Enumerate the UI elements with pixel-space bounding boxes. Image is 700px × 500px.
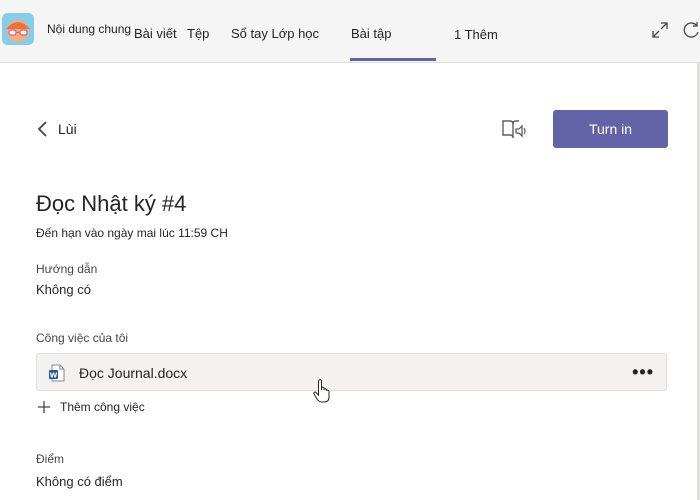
due-date: Đến hạn vào ngày mai lúc 11:59 CH [36, 226, 228, 240]
points-value: Không có điểm [36, 474, 123, 489]
tab-class-notebook[interactable]: Sổ tay Lớp học [231, 26, 319, 41]
svg-text:W: W [50, 372, 58, 380]
team-name: Nội dung chung [47, 22, 132, 36]
back-label: Lùi [58, 121, 77, 137]
expand-icon[interactable] [650, 20, 670, 40]
instructions-label: Hướng dẫn [36, 262, 98, 276]
chevron-left-icon [37, 121, 47, 137]
word-file-icon: W [49, 364, 65, 382]
tab-assignments[interactable]: Bài tập [351, 26, 391, 41]
back-button[interactable]: Lùi [36, 118, 77, 140]
team-avatar[interactable] [2, 13, 34, 45]
refresh-icon[interactable] [682, 20, 700, 40]
assignment-title: Đọc Nhật ký #4 [36, 191, 187, 216]
tab-more[interactable]: 1 Thêm [454, 27, 498, 42]
plus-icon [38, 401, 50, 413]
instructions-value: Không có [36, 282, 91, 297]
more-options-icon[interactable]: ••• [632, 362, 654, 383]
tab-posts[interactable]: Bài viết [134, 26, 177, 41]
top-bar: Nội dung chung Bài viết Tệp Sổ tay Lớp h… [0, 0, 700, 63]
active-tab-indicator [350, 58, 436, 61]
immersive-reader-icon[interactable] [500, 116, 528, 142]
my-work-label: Công việc của tôi [36, 331, 129, 345]
turn-in-button[interactable]: Turn in [553, 110, 668, 148]
add-work-button[interactable]: Thêm công việc [36, 399, 145, 415]
file-card[interactable]: W Đọc Journal.docx ••• [36, 353, 667, 391]
add-work-label: Thêm công việc [60, 400, 145, 414]
tab-files[interactable]: Tệp [187, 26, 209, 41]
swimmer-avatar-icon [2, 13, 34, 45]
hand-cursor-icon [312, 378, 334, 404]
file-name[interactable]: Đọc Journal.docx [79, 365, 187, 381]
points-label: Điểm [36, 452, 65, 466]
